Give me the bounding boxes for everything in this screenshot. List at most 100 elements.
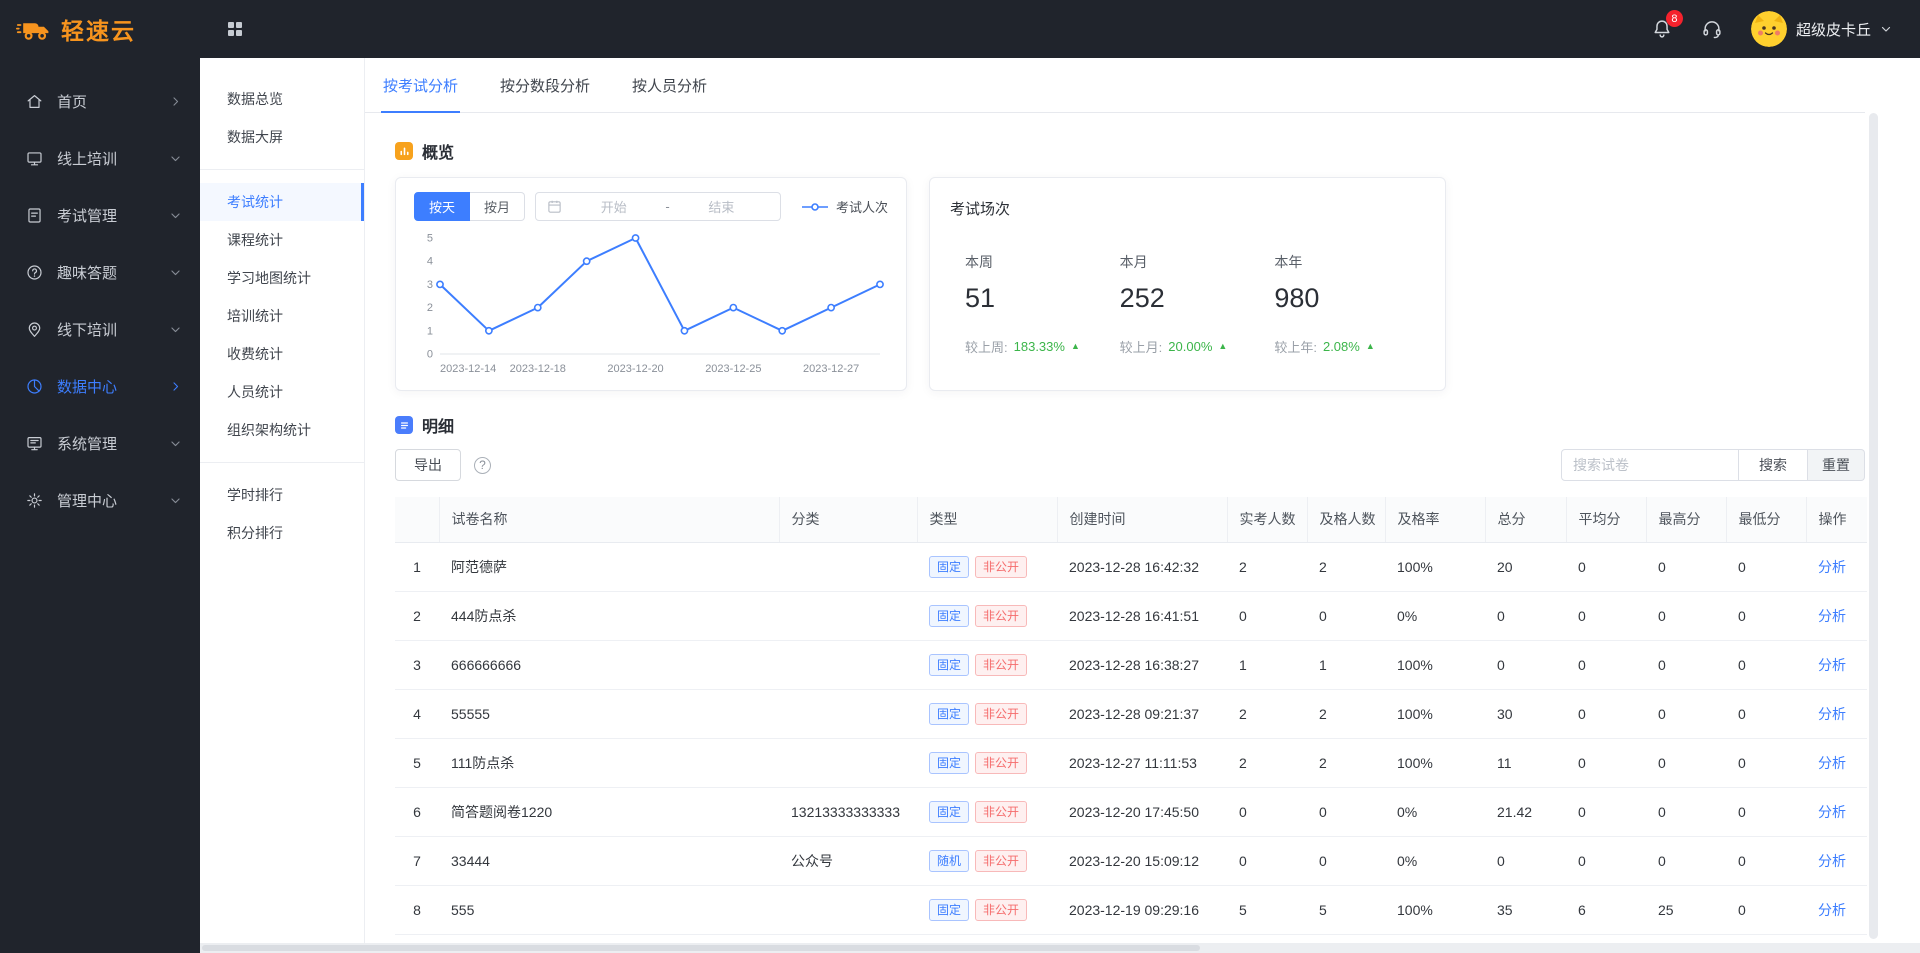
sidebar-item-quiz[interactable]: 趣味答题 [0,244,200,301]
sidebar-item-online-training[interactable]: 线上培训 [0,130,200,187]
sidebar-item-management-center[interactable]: 管理中心 [0,472,200,529]
headset-icon [1703,21,1721,39]
horizontal-scrollbar[interactable] [200,943,1920,953]
paper-type: 固定 非公开 [917,689,1057,739]
row-index: 7 [395,836,439,886]
sidebar-item-system-management[interactable]: 系统管理 [0,415,200,472]
min-score: 0 [1726,787,1806,837]
pass-rate: 100% [1385,885,1485,935]
by-day-button[interactable]: 按天 [414,192,471,221]
paper-category: 公众号 [779,836,917,886]
sidebar-item-label: 考试管理 [57,208,118,225]
analyze-link[interactable]: 分析 [1818,853,1846,869]
up-arrow-icon: ▲ [1218,341,1228,351]
type-tag: 固定 [929,702,970,725]
row-index: 1 [395,542,439,592]
sidebar-item-label: 趣味答题 [57,265,118,282]
analyze-link[interactable]: 分析 [1818,804,1846,820]
sidebar-item-data-center[interactable]: 数据中心 [0,358,200,415]
type-tag: 非公开 [975,555,1028,578]
column-header: 平均分 [1566,497,1647,543]
column-header: 及格人数 [1307,497,1386,543]
total-score: 21.42 [1485,787,1566,837]
row-index: 5 [395,738,439,788]
tab-by-score-range[interactable]: 按分数段分析 [498,58,592,112]
help-icon[interactable]: ? [474,456,491,474]
app-logo[interactable]: 轻速云 [0,12,200,46]
taken-count: 2 [1227,542,1307,592]
svg-text:2023-12-27: 2023-12-27 [803,363,859,375]
submenu-item-org-stats[interactable]: 组织架构统计 [200,411,364,449]
row-actions: 分析 [1806,836,1867,886]
passed-count: 5 [1307,885,1385,935]
created-time: 2023-12-20 17:45:50 [1057,787,1227,837]
calendar-icon [548,200,561,213]
paper-type: 固定 非公开 [917,640,1057,690]
analyze-link[interactable]: 分析 [1818,902,1846,918]
apps-grid-icon[interactable] [220,14,250,44]
column-header: 最高分 [1646,497,1727,543]
stat-value: 980 [1274,283,1320,313]
stat-week: 本周 51 较上周: 183.33% ▲ [965,252,1120,356]
taken-count: 2 [1227,738,1307,788]
vertical-scrollbar[interactable] [1869,113,1878,939]
submenu-item-hours-ranking[interactable]: 学时排行 [200,476,364,514]
date-range-input[interactable]: 开始 - 结束 [535,192,782,221]
stat-period: 本周 [965,254,993,270]
search-button[interactable]: 搜索 [1739,449,1808,481]
submenu-item-points-ranking[interactable]: 积分排行 [200,514,364,552]
created-time: 2023-12-19 09:29:16 [1057,885,1227,935]
tab-by-person[interactable]: 按人员分析 [630,58,709,112]
submenu-item-course-stats[interactable]: 课程统计 [200,221,364,259]
paper-name: 33444 [439,836,779,886]
type-tag: 非公开 [975,604,1028,627]
support-button[interactable] [1701,18,1723,40]
submenu-item-learning-map-stats[interactable]: 学习地图统计 [200,259,364,297]
user-menu[interactable]: 超级皮卡丘 [1750,11,1892,47]
analyze-link[interactable]: 分析 [1818,559,1846,575]
chevron-down-icon [171,441,180,447]
submenu-item-exam-stats[interactable]: 考试统计 [200,183,364,221]
paper-category [779,738,917,788]
submenu-item-data-overview[interactable]: 数据总览 [200,80,364,118]
analyze-link[interactable]: 分析 [1818,608,1846,624]
paper-category [779,689,917,739]
passed-count: 0 [1307,591,1385,641]
created-time: 2023-12-28 16:38:27 [1057,640,1227,690]
type-tag: 非公开 [975,702,1028,725]
reset-button[interactable]: 重置 [1808,449,1865,481]
analyze-link[interactable]: 分析 [1818,755,1846,771]
tab-by-exam[interactable]: 按考试分析 [381,58,461,113]
analyze-link[interactable]: 分析 [1818,706,1846,722]
table-row: 1 阿范德萨 固定 非公开 2023-12-28 16:42:32 2 2 100% 20 0 0 0… [395,542,1867,592]
chevron-down-icon [171,498,180,504]
export-button[interactable]: 导出 [395,449,461,481]
sidebar-item-offline-training[interactable]: 线下培训 [0,301,200,358]
sidebar-item-exam-management[interactable]: 考试管理 [0,187,200,244]
type-tag: 非公开 [975,898,1028,921]
max-score: 0 [1646,542,1726,592]
compare-value: 2.08% [1322,339,1360,354]
legend-line-icon [801,202,828,211]
search-input[interactable] [1561,449,1739,481]
submenu-item-data-screen[interactable]: 数据大屏 [200,118,364,156]
compare-value: 20.00% [1168,339,1213,354]
total-score: 35 [1485,885,1566,935]
submenu-item-personnel-stats[interactable]: 人员统计 [200,373,364,411]
by-month-button[interactable]: 按月 [470,192,526,221]
compare-label: 较上年: [1274,340,1317,355]
pass-rate: 100% [1385,738,1485,788]
passed-count: 2 [1307,542,1385,592]
taken-count: 0 [1227,836,1307,886]
stat-period: 本年 [1274,254,1303,270]
analyze-link[interactable]: 分析 [1818,657,1846,673]
type-tag: 非公开 [975,800,1028,823]
min-score: 0 [1726,689,1806,739]
submenu-item-fee-stats[interactable]: 收费统计 [200,335,364,373]
sidebar-item-home[interactable]: 首页 [0,73,200,130]
management-center-icon [27,493,42,508]
notifications-button[interactable]: 8 [1651,10,1683,40]
horizontal-scrollbar-thumb[interactable] [202,945,1200,951]
submenu-item-training-stats[interactable]: 培训统计 [200,297,364,335]
exam-detail-table: 试卷名称 分类 类型 创建时间 实考人数 及格人数 及格率 总分 平均分 最高分 最低分 操作 1 阿范… [395,497,1867,935]
